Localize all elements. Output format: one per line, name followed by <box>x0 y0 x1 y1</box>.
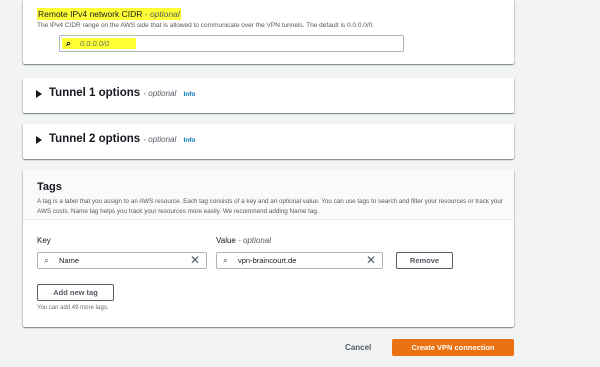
cancel-button[interactable]: Cancel <box>345 343 371 352</box>
tags-title: Tags <box>37 181 62 193</box>
key-column-label: Key <box>37 236 51 245</box>
search-icon: ⌕ <box>223 255 229 265</box>
remove-tag-button[interactable]: Remove <box>396 252 453 269</box>
tunnel-1-optional: - optional <box>143 89 177 98</box>
tag-key-value: Name <box>59 256 80 265</box>
tags-remaining-hint: You can add 49 more tags. <box>37 305 109 311</box>
close-icon[interactable]: ✕ <box>190 253 200 268</box>
cidr-field-label: Remote IPv4 network CIDR - optional <box>37 8 181 20</box>
tags-description: A tag is a label that you assign to an A… <box>37 198 504 215</box>
tunnel-2-title: Tunnel 2 options <box>49 133 141 145</box>
tunnel-2-panel[interactable]: Tunnel 2 options - optional Info <box>23 124 514 159</box>
cidr-description: The IPv4 CIDR range on the AWS side that… <box>37 22 375 29</box>
search-icon: ⌕ <box>44 255 50 265</box>
tunnel-1-title: Tunnel 1 options <box>49 87 141 99</box>
remote-cidr-panel: Remote IPv4 network CIDR - optional The … <box>23 0 514 64</box>
create-vpn-connection-button[interactable]: Create VPN connection <box>392 339 514 356</box>
tunnel-1-panel[interactable]: Tunnel 1 options - optional Info <box>23 78 514 113</box>
search-icon: ⌕ <box>66 38 72 48</box>
add-new-tag-button[interactable]: Add new tag <box>37 284 114 301</box>
tag-key-input[interactable]: ⌕ Name ✕ <box>37 252 207 269</box>
tags-header: Tags A tag is a label that you assign to… <box>23 170 514 220</box>
tunnel-2-header[interactable]: Tunnel 2 options - optional Info <box>49 133 195 145</box>
value-label-text: Value <box>216 236 236 245</box>
tunnel-2-optional: - optional <box>143 135 177 144</box>
caret-right-icon[interactable] <box>36 136 42 144</box>
tunnel-2-info-link[interactable]: Info <box>183 137 195 144</box>
tags-panel: Tags A tag is a label that you assign to… <box>23 170 514 327</box>
tag-value-input[interactable]: ⌕ vpn-braincourt.de ✕ <box>216 252 383 269</box>
close-icon[interactable]: ✕ <box>366 253 376 268</box>
tunnel-1-header[interactable]: Tunnel 1 options - optional Info <box>49 87 195 99</box>
tunnel-1-info-link[interactable]: Info <box>183 91 195 98</box>
cidr-placeholder: 0.0.0.0/0 <box>80 39 110 48</box>
cidr-optional-text: - optional <box>144 9 180 19</box>
value-optional-text: - optional <box>238 236 272 245</box>
value-column-label: Value - optional <box>216 236 271 245</box>
cidr-label-text: Remote IPv4 network CIDR <box>38 9 143 19</box>
tag-value-value: vpn-braincourt.de <box>238 256 297 265</box>
caret-right-icon[interactable] <box>36 90 42 98</box>
cidr-input[interactable]: ⌕ 0.0.0.0/0 <box>59 35 404 52</box>
